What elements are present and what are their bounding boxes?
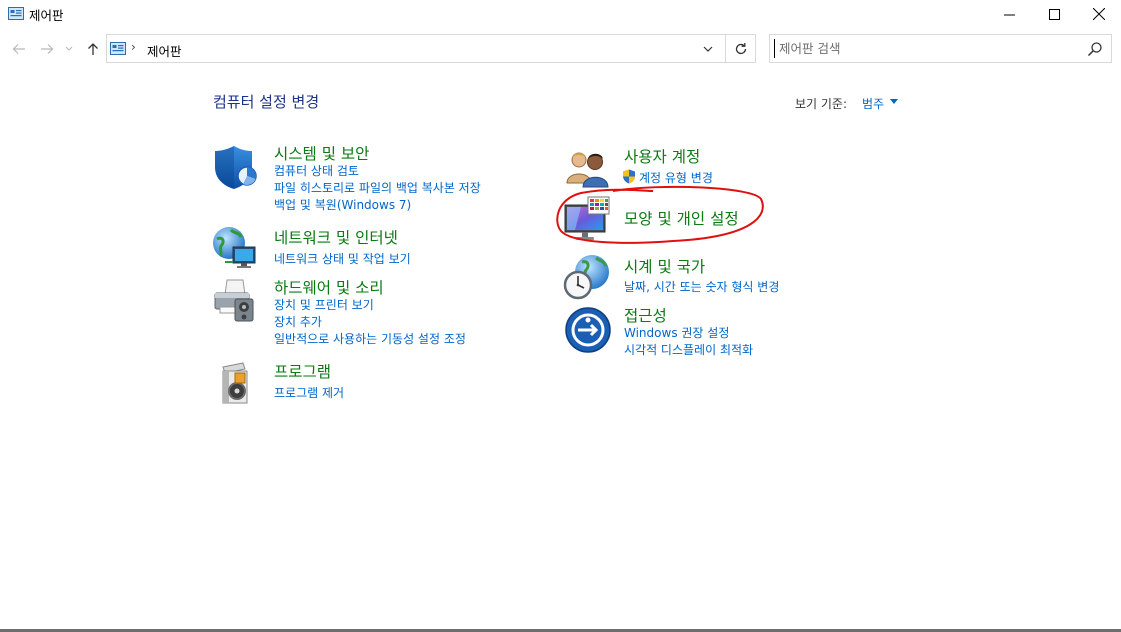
address-bar[interactable]: › 제어판 xyxy=(106,34,756,63)
category-title-programs[interactable]: 프로그램 xyxy=(274,360,331,382)
category-title-accessibility[interactable]: 접근성 xyxy=(624,304,667,326)
page-title: 컴퓨터 설정 변경 xyxy=(213,93,320,111)
link-backup-restore[interactable]: 백업 및 복원(Windows 7) xyxy=(274,196,411,213)
recent-locations-button[interactable] xyxy=(63,40,75,58)
close-icon xyxy=(1093,8,1105,20)
navigation-bar: › 제어판 xyxy=(0,34,1121,64)
refresh-icon xyxy=(735,42,747,54)
refresh-button[interactable] xyxy=(725,35,756,62)
category-title-clock-region[interactable]: 시계 및 국가 xyxy=(624,255,705,277)
arrow-right-icon xyxy=(41,44,54,54)
close-button[interactable] xyxy=(1076,0,1121,28)
search-icon[interactable] xyxy=(1087,41,1103,57)
address-dropdown-button[interactable] xyxy=(697,39,719,59)
users-icon[interactable] xyxy=(564,143,612,191)
control-panel-icon xyxy=(110,42,126,55)
chevron-down-icon xyxy=(703,46,713,52)
category-title-user-accounts[interactable]: 사용자 계정 xyxy=(624,145,700,167)
search-input[interactable] xyxy=(774,39,1079,58)
shield-icon[interactable] xyxy=(212,143,260,191)
title-bar: 제어판 xyxy=(0,0,1121,28)
control-panel-icon xyxy=(8,7,24,20)
arrow-up-icon xyxy=(88,43,98,55)
uac-shield-icon xyxy=(623,169,635,184)
breadcrumb-separator[interactable]: › xyxy=(131,40,136,54)
search-box[interactable] xyxy=(769,34,1112,63)
red-annotation-circle xyxy=(556,185,764,244)
link-review-computer-status[interactable]: 컴퓨터 상태 검토 xyxy=(274,162,359,179)
maximize-icon xyxy=(1048,8,1060,20)
link-uninstall-program[interactable]: 프로그램 제거 xyxy=(274,384,344,401)
link-devices-printers[interactable]: 장치 및 프린터 보기 xyxy=(274,296,374,313)
printer-icon[interactable] xyxy=(211,277,259,325)
breadcrumb-item[interactable]: 제어판 xyxy=(147,41,182,60)
accessibility-icon[interactable] xyxy=(564,306,612,354)
maximize-button[interactable] xyxy=(1031,0,1077,28)
forward-button[interactable] xyxy=(38,40,56,58)
up-button[interactable] xyxy=(84,40,102,58)
category-title-network-internet[interactable]: 네트워크 및 인터넷 xyxy=(274,226,398,248)
view-by-label: 보기 기준: xyxy=(795,97,848,111)
arrow-left-icon xyxy=(12,44,25,54)
link-change-date-time-format[interactable]: 날짜, 시간 또는 숫자 형식 변경 xyxy=(624,278,779,295)
link-mobility-settings[interactable]: 일반적으로 사용하는 기동성 설정 조정 xyxy=(274,330,466,347)
chevron-down-icon xyxy=(65,46,73,51)
category-title-system-security[interactable]: 시스템 및 보안 xyxy=(274,142,369,164)
programs-icon[interactable] xyxy=(215,359,263,407)
back-button[interactable] xyxy=(10,40,28,58)
link-add-device[interactable]: 장치 추가 xyxy=(274,313,322,330)
link-windows-recommended-settings[interactable]: Windows 권장 설정 xyxy=(624,324,729,341)
link-network-status-tasks[interactable]: 네트워크 상태 및 작업 보기 xyxy=(274,250,411,267)
clock-globe-icon[interactable] xyxy=(562,252,610,300)
link-change-account-type[interactable]: 계정 유형 변경 xyxy=(639,169,713,186)
link-optimize-visual-display[interactable]: 시각적 디스플레이 최적화 xyxy=(624,341,753,358)
link-file-history-backup[interactable]: 파일 히스토리로 파일의 백업 복사본 저장 xyxy=(274,179,481,196)
network-icon[interactable] xyxy=(211,224,259,272)
window-title: 제어판 xyxy=(29,8,64,23)
minimize-icon xyxy=(1003,14,1015,15)
minimize-button[interactable] xyxy=(986,0,1032,28)
caret-down-icon[interactable] xyxy=(890,99,898,104)
view-by-dropdown[interactable]: 범주 xyxy=(862,95,884,112)
category-title-hardware-sound[interactable]: 하드웨어 및 소리 xyxy=(274,276,384,298)
